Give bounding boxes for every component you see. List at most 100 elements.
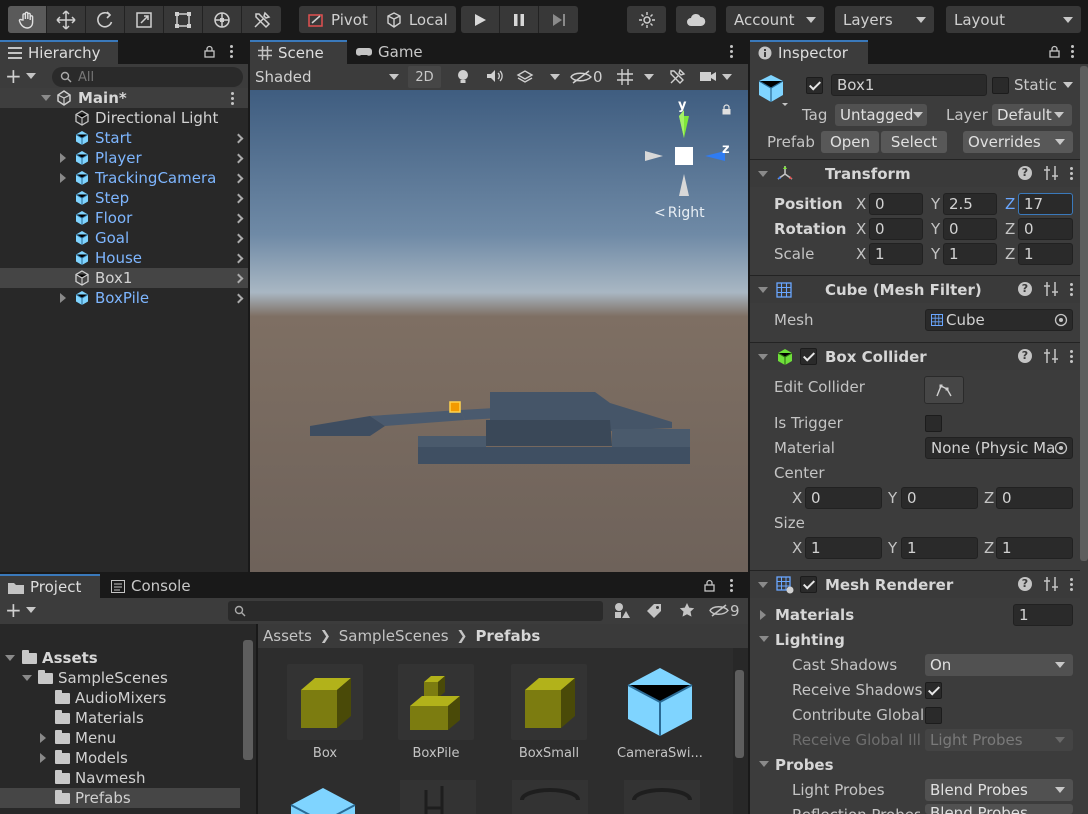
asset-grid-scrollbar[interactable]	[735, 670, 744, 758]
presets-icon[interactable]	[1044, 577, 1058, 591]
reflection-probes-dropdown[interactable]: Blend Probes	[925, 804, 1073, 814]
shading-mode-dropdown[interactable]: Shaded	[255, 66, 403, 88]
chevron-right-icon[interactable]	[233, 233, 244, 243]
inspector-menu-icon[interactable]	[1071, 45, 1075, 58]
hierarchy-item-directional-light[interactable]: Directional Light	[0, 108, 248, 128]
is-trigger-checkbox[interactable]	[925, 415, 942, 432]
presets-icon[interactable]	[1044, 282, 1058, 296]
custom-tool-icon[interactable]	[242, 6, 281, 33]
expand-arrow-icon[interactable]	[40, 733, 46, 743]
hierarchy-item-goal[interactable]: Goal	[0, 228, 248, 248]
chevron-right-icon[interactable]	[233, 253, 244, 263]
chevron-right-icon[interactable]	[233, 293, 244, 303]
asset-item-partial[interactable]	[512, 780, 588, 814]
expand-arrow-icon[interactable]	[60, 153, 66, 163]
transform-tool-icon[interactable]	[203, 6, 242, 33]
collapse-arrow-icon[interactable]	[758, 287, 768, 293]
rect-tool-icon[interactable]	[164, 6, 203, 33]
lock-icon[interactable]	[204, 45, 215, 58]
scene-menu-icon[interactable]	[231, 92, 235, 105]
tab-project[interactable]: Project	[0, 574, 100, 598]
chevron-right-icon[interactable]	[233, 133, 244, 143]
chevron-right-icon[interactable]	[233, 273, 244, 283]
static-checkbox[interactable]	[992, 77, 1009, 94]
prefab-open-button[interactable]: Open	[821, 131, 879, 153]
presets-icon[interactable]	[1044, 166, 1058, 180]
center-z-field[interactable]: 0	[996, 487, 1073, 509]
box-collider-header[interactable]: Box Collider ?	[750, 342, 1080, 370]
project-menu-icon[interactable]	[730, 579, 734, 592]
position-z-field[interactable]: 17	[1018, 193, 1073, 215]
asset-item-boxsmall[interactable]: BoxSmall	[499, 664, 599, 761]
hierarchy-search-input[interactable]: All	[52, 67, 243, 87]
local-toggle[interactable]: Local	[377, 6, 456, 33]
play-button[interactable]	[461, 6, 500, 33]
hierarchy-item-player[interactable]: Player	[0, 148, 248, 168]
tag-dropdown[interactable]: Untagged	[835, 104, 927, 126]
hierarchy-item-boxpile[interactable]: BoxPile	[0, 288, 248, 308]
lock-icon[interactable]	[1049, 45, 1060, 58]
expand-arrow-icon[interactable]	[760, 610, 766, 620]
component-menu-icon[interactable]	[1070, 349, 1074, 363]
active-checkbox[interactable]	[806, 77, 823, 94]
size-z-field[interactable]: 1	[996, 537, 1073, 559]
chevron-right-icon[interactable]	[233, 173, 244, 183]
object-name-field[interactable]: Box1	[831, 74, 987, 96]
presets-icon[interactable]	[1044, 349, 1058, 363]
receive-shadows-checkbox[interactable]	[925, 682, 942, 699]
hidden-eye-icon[interactable]	[570, 69, 592, 85]
position-x-field[interactable]: 0	[869, 193, 923, 215]
collapse-arrow-icon[interactable]	[758, 582, 768, 588]
tools-icon[interactable]	[668, 68, 686, 86]
layout-dropdown[interactable]: Layout	[946, 6, 1081, 33]
hierarchy-item-box1[interactable]: Box1	[0, 268, 248, 288]
help-icon[interactable]: ?	[1018, 577, 1032, 591]
collapse-arrow-icon[interactable]	[758, 354, 768, 360]
asset-item-boxpile[interactable]: BoxPile	[386, 664, 486, 761]
hidden-eye-icon[interactable]	[709, 603, 729, 618]
expand-arrow-icon[interactable]	[41, 95, 51, 101]
prefab-select-button[interactable]: Select	[881, 131, 947, 153]
collapse-arrow-icon[interactable]	[759, 636, 769, 642]
materials-count-field[interactable]: 1	[1013, 604, 1073, 626]
hierarchy-item-trackingcamera[interactable]: TrackingCamera	[0, 168, 248, 188]
tab-game[interactable]: Game	[348, 40, 433, 64]
hierarchy-item-house[interactable]: House	[0, 248, 248, 268]
tree-scrollbar[interactable]	[243, 640, 253, 760]
create-button[interactable]: +	[5, 66, 36, 86]
expand-arrow-icon[interactable]	[60, 293, 66, 303]
hierarchy-item-step[interactable]: Step	[0, 188, 248, 208]
hierarchy-menu-icon[interactable]	[230, 45, 234, 58]
camera-icon[interactable]	[699, 70, 717, 83]
tree-item-prefabs[interactable]: Prefabs	[0, 788, 240, 808]
size-y-field[interactable]: 1	[901, 537, 978, 559]
collider-material-field[interactable]: None (Physic Ma	[925, 437, 1073, 459]
mesh-renderer-header[interactable]: Mesh Renderer ?	[750, 570, 1080, 598]
static-dropdown[interactable]: Static	[1014, 76, 1073, 94]
center-y-field[interactable]: 0	[901, 487, 978, 509]
hierarchy-item-floor[interactable]: Floor	[0, 208, 248, 228]
scene-row[interactable]: Main*	[0, 88, 248, 108]
chevron-down-icon[interactable]	[722, 74, 732, 80]
component-menu-icon[interactable]	[1070, 282, 1074, 296]
lightbulb-icon[interactable]	[456, 69, 470, 85]
scene-menu-icon[interactable]	[730, 45, 734, 58]
inspector-scrollbar[interactable]	[1080, 66, 1088, 561]
collapse-arrow-icon[interactable]	[759, 761, 769, 767]
step-button[interactable]	[539, 6, 578, 33]
expand-arrow-icon[interactable]	[40, 753, 46, 763]
cast-shadows-dropdown[interactable]: On	[925, 654, 1073, 676]
position-y-field[interactable]: 2.5	[943, 193, 997, 215]
size-x-field[interactable]: 1	[805, 537, 882, 559]
chevron-right-icon[interactable]	[233, 153, 244, 163]
pivot-toggle[interactable]: Pivot	[299, 6, 377, 33]
move-tool-icon[interactable]	[47, 6, 86, 33]
rotation-z-field[interactable]: 0	[1018, 218, 1073, 240]
mesh-filter-header[interactable]: Cube (Mesh Filter) ?	[750, 275, 1080, 303]
audio-icon[interactable]	[486, 69, 504, 83]
services-button[interactable]	[627, 6, 666, 33]
grid-snap-icon[interactable]	[616, 68, 634, 86]
layers-dropdown[interactable]: Layers	[835, 6, 934, 33]
box-collider-enabled-checkbox[interactable]	[800, 348, 817, 365]
collapse-arrow-icon[interactable]	[758, 171, 768, 177]
